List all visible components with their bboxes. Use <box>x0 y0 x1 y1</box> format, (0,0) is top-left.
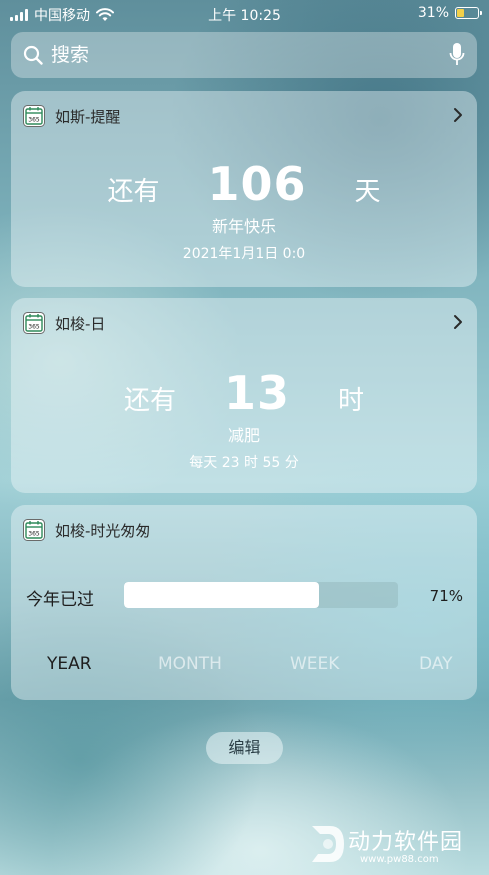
widget-header: 365 如梭-日 <box>23 312 105 334</box>
widget-reminder[interactable]: 365 如斯-提醒 还有 106 天 新年快乐 2021年1月1日 0:0 <box>11 91 477 287</box>
carrier-label: 中国移动 <box>34 8 90 24</box>
svg-text:365: 365 <box>28 117 40 124</box>
widget-daily[interactable]: 365 如梭-日 还有 13 时 减肥 每天 23 时 55 分 <box>11 298 477 493</box>
signal-icon <box>10 9 28 21</box>
search-input[interactable] <box>51 44 449 66</box>
tab-year[interactable]: YEAR <box>47 654 92 674</box>
count-row: 还有 106 天 <box>11 157 477 211</box>
calendar-365-icon: 365 <box>23 312 45 334</box>
search-icon <box>23 45 43 65</box>
progress-fill <box>124 582 319 608</box>
widget-header: 365 如梭-时光匆匆 <box>23 519 150 541</box>
wifi-icon <box>96 8 114 21</box>
count-number: 13 <box>223 366 290 420</box>
event-date: 每天 23 时 55 分 <box>189 455 299 471</box>
widget-header: 365 如斯-提醒 <box>23 105 120 127</box>
event-date: 2021年1月1日 0:0 <box>182 246 306 262</box>
svg-text:365: 365 <box>28 531 40 538</box>
count-unit: 时 <box>338 386 365 416</box>
period-tabs: YEAR MONTH WEEK DAY <box>11 654 477 678</box>
count-row: 还有 13 时 <box>11 366 477 420</box>
battery-percent: 31% <box>417 5 449 21</box>
event-name: 减肥 <box>227 426 260 445</box>
count-prefix: 还有 <box>107 177 160 207</box>
progress-percent: 71% <box>429 587 463 605</box>
battery-charging-icon <box>455 7 482 19</box>
watermark-logo-icon <box>312 826 344 862</box>
progress-label: 今年已过 <box>26 590 94 610</box>
tab-month[interactable]: MONTH <box>158 654 222 674</box>
chevron-right-icon[interactable] <box>453 314 463 330</box>
count-unit: 天 <box>354 177 381 207</box>
calendar-365-icon: 365 <box>23 519 45 541</box>
calendar-365-icon: 365 <box>23 105 45 127</box>
count-prefix: 还有 <box>123 386 176 416</box>
battery-fill <box>457 9 464 17</box>
search-bar[interactable] <box>11 32 477 78</box>
widget-time-progress: 365 如梭-时光匆匆 今年已过 71% YEAR MONTH WEEK DAY <box>11 505 477 700</box>
watermark-title: 动力软件园 <box>348 830 464 855</box>
chevron-right-icon[interactable] <box>453 107 463 123</box>
tab-day[interactable]: DAY <box>419 654 453 674</box>
widget-title: 如梭-日 <box>55 314 106 333</box>
tab-week[interactable]: WEEK <box>290 654 339 674</box>
event-name: 新年快乐 <box>211 217 276 236</box>
status-left: 中国移动 <box>10 5 114 25</box>
status-right: 31% <box>417 5 482 21</box>
watermark: 动力软件园 www.pw88.com <box>304 818 489 875</box>
svg-text:365: 365 <box>28 324 40 331</box>
count-number: 106 <box>207 157 307 211</box>
countdown: 还有 13 时 减肥 每天 23 时 55 分 <box>11 366 477 472</box>
watermark-url: www.pw88.com <box>360 854 439 865</box>
countdown: 还有 106 天 新年快乐 2021年1月1日 0:0 <box>11 157 477 263</box>
mic-icon[interactable] <box>449 42 465 68</box>
widget-title: 如斯-提醒 <box>55 107 121 126</box>
edit-button[interactable]: 编辑 <box>206 732 283 764</box>
widget-title: 如梭-时光匆匆 <box>55 521 151 540</box>
progress-bar <box>124 582 398 608</box>
status-bar: 中国移动 上午 10:25 31% <box>0 0 489 28</box>
